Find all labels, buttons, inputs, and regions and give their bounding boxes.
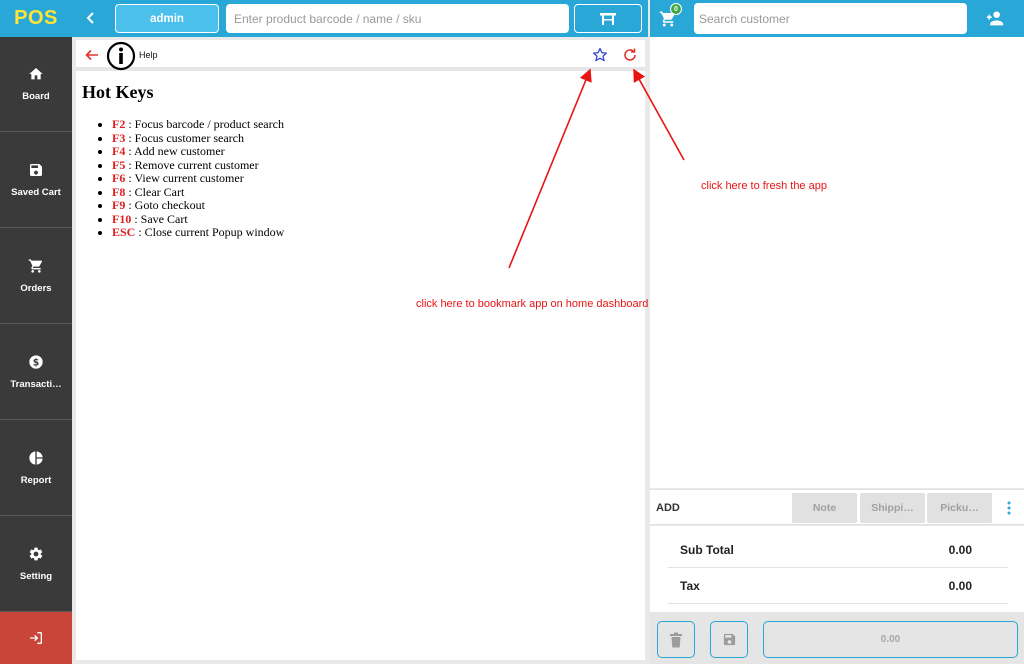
hotkey-desc: : Add new customer [125, 144, 225, 158]
hotkey-key: F3 [112, 130, 126, 145]
customer-bar: 0 [650, 0, 1024, 37]
barcode-search-input[interactable] [226, 4, 569, 33]
help-content: Hot Keys F2 : Focus barcode / product se… [82, 82, 284, 240]
tax-label: Tax [680, 579, 700, 593]
pos-app: POS Board Saved Cart Orders $ Transacti…… [0, 0, 1024, 664]
dollar-circle-icon: $ [29, 355, 43, 369]
chevron-left-icon [86, 12, 94, 24]
hotkeys-title: Hot Keys [82, 82, 154, 102]
sidebar-item-label: Saved Cart [11, 187, 61, 198]
help-panel: Help Hot Keys F2 : Focus barcode / produ… [76, 40, 645, 660]
sidebar: POS Board Saved Cart Orders $ Transacti…… [0, 0, 72, 664]
gear-icon [29, 547, 43, 561]
refresh-annotation: click here to fresh the app [701, 180, 827, 192]
sidebar-item-orders[interactable]: Orders [0, 229, 72, 324]
logout-icon [30, 632, 42, 644]
cart-icon [28, 259, 43, 273]
pickup-button[interactable]: Picku… [927, 493, 992, 523]
logout-button[interactable] [0, 612, 72, 664]
hotkey-desc: : Focus barcode / product search [125, 117, 284, 131]
list-item: F6 : View current customer [112, 171, 284, 186]
sidebar-item-board[interactable]: Board [0, 37, 72, 132]
logo-text: POS [14, 7, 58, 29]
tax-row: Tax 0.00 [668, 568, 1008, 604]
list-item: F4 : Add new customer [112, 144, 284, 159]
clear-cart-button[interactable] [657, 621, 695, 658]
more-options-icon[interactable] [1007, 501, 1011, 515]
hotkey-desc: : Focus customer search [125, 130, 244, 145]
info-icon [106, 41, 136, 71]
hotkey-key: F8 [112, 184, 126, 199]
top-bar: admin [72, 0, 648, 37]
collapse-chevron-button[interactable] [84, 9, 98, 27]
list-item: F5 : Remove current customer [112, 157, 284, 173]
hotkey-desc: : Goto checkout [125, 198, 205, 212]
sidebar-item-saved-cart[interactable]: Saved Cart [0, 133, 72, 228]
add-label: ADD [656, 502, 680, 514]
subtotal-value: 0.00 [948, 543, 972, 557]
refresh-icon[interactable] [622, 47, 638, 63]
hotkey-desc: : Clear Cart [125, 184, 185, 199]
sidebar-item-report[interactable]: Report [0, 421, 72, 516]
list-item: ESC : Close current Popup window [112, 225, 285, 240]
customer-search-input[interactable] [694, 3, 967, 34]
hotkey-desc: : View current customer [125, 171, 244, 185]
hotkey-desc: : Remove current customer [125, 157, 259, 172]
user-button[interactable]: admin [115, 4, 219, 33]
pie-chart-icon [29, 451, 43, 465]
save-cart-button[interactable] [710, 621, 748, 658]
help-toolbar: Help [76, 40, 645, 71]
back-arrow-icon[interactable] [84, 47, 100, 63]
hotkey-key: F5 [112, 157, 126, 172]
sidebar-item-label: Transacti… [10, 379, 62, 390]
cart-bottom-bar: 0.00 [650, 612, 1024, 664]
cart-count-badge: 0 [670, 3, 682, 15]
cart-totals: Sub Total 0.00 Tax 0.00 [650, 526, 1024, 612]
hotkey-key: F6 [112, 171, 126, 185]
add-customer-icon[interactable] [985, 9, 1005, 27]
cart-action-row: ADD Note Shippi… Picku… [650, 489, 1024, 525]
note-button[interactable]: Note [792, 493, 857, 523]
list-item: F8 : Clear Cart [112, 184, 284, 200]
hotkey-desc: : Save Cart [131, 211, 188, 226]
tax-value: 0.00 [948, 579, 972, 593]
sidebar-item-label: Setting [19, 571, 53, 582]
list-item: F3 : Focus customer search [112, 130, 284, 146]
hotkey-key: ESC [112, 225, 136, 239]
hotkey-key: F9 [112, 198, 126, 212]
cart-items-area [650, 37, 1024, 488]
hotkeys-list: F2 : Focus barcode / product search F3 :… [112, 117, 285, 240]
svg-text:$: $ [33, 357, 40, 368]
bookmark-annotation: click here to bookmark app on home dashb… [416, 298, 649, 310]
sidebar-item-transactions[interactable]: $ Transacti… [0, 325, 72, 420]
subtotal-label: Sub Total [680, 543, 734, 557]
checkout-button[interactable]: 0.00 [763, 621, 1018, 658]
home-icon [29, 68, 43, 80]
table-button[interactable] [574, 4, 642, 33]
list-item: F9 : Goto checkout [112, 198, 284, 213]
sidebar-item-label: Report [20, 475, 52, 486]
trash-icon [670, 632, 682, 647]
sidebar-item-label: Board [22, 91, 50, 102]
app-logo[interactable]: POS [0, 0, 72, 37]
hotkey-key: F10 [112, 211, 132, 226]
list-item: F10 : Save Cart [112, 211, 284, 227]
hotkey-desc: : Close current Popup window [135, 225, 285, 239]
help-label: Help [139, 50, 158, 60]
hotkey-key: F4 [112, 144, 126, 158]
bookmark-star-icon[interactable] [592, 47, 608, 63]
subtotal-row: Sub Total 0.00 [668, 532, 1008, 568]
sidebar-item-setting[interactable]: Setting [0, 517, 72, 612]
hotkey-key: F2 [112, 117, 126, 131]
sidebar-item-label: Orders [20, 283, 52, 294]
floppy-icon [30, 164, 42, 176]
floppy-icon [723, 633, 735, 646]
table-icon [600, 12, 616, 25]
shipping-button[interactable]: Shippi… [860, 493, 925, 523]
list-item: F2 : Focus barcode / product search [112, 117, 284, 132]
